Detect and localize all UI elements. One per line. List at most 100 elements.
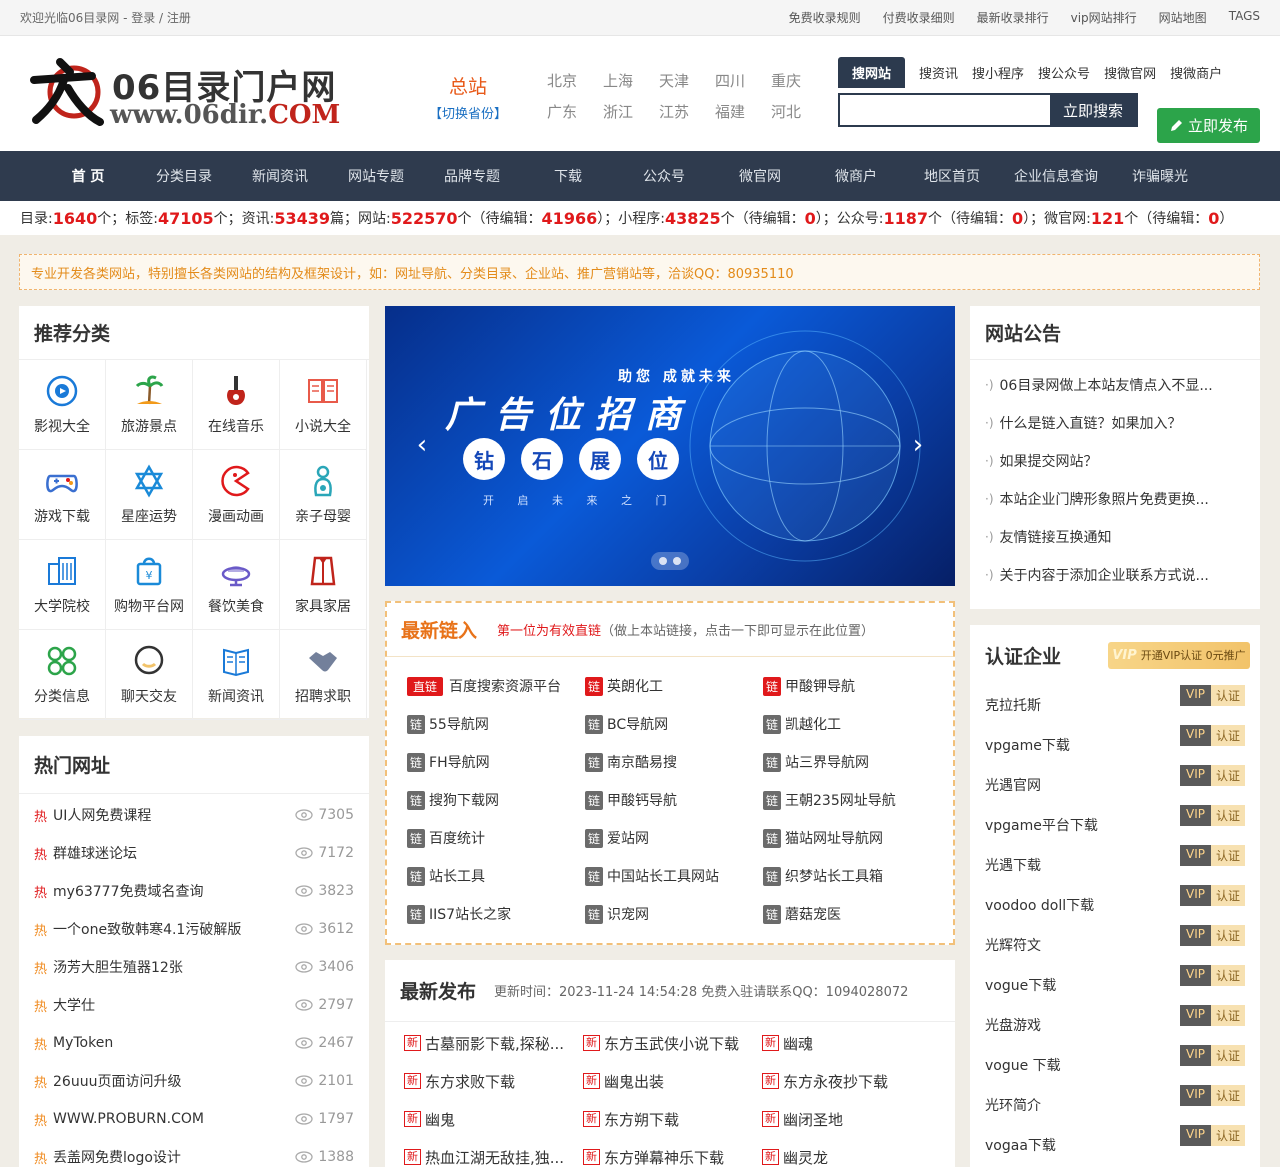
search-tab-shop[interactable]: 搜微商户	[1170, 63, 1222, 82]
nav-company[interactable]: 企业信息查询	[1000, 166, 1112, 186]
nav-shop[interactable]: 微商户	[808, 166, 904, 186]
nav-topics[interactable]: 网站专题	[328, 166, 424, 186]
announce-item[interactable]: ·) 本站企业门牌形象照片免费更换...	[985, 480, 1245, 518]
link-item[interactable]: 链英朗化工	[585, 667, 763, 705]
carousel-dot[interactable]	[673, 557, 681, 565]
nav-wx[interactable]: 微官网	[712, 166, 808, 186]
publish-item[interactable]: 新古墓丽影下载,探秘...	[404, 1024, 583, 1062]
publish-item[interactable]: 新东方弹幕神乐下载	[583, 1138, 762, 1167]
hot-item[interactable]: 热 WWW.PROBURN.COM 1797	[34, 1100, 354, 1138]
city-link[interactable]: 北京	[534, 70, 590, 91]
city-link[interactable]: 天津	[646, 70, 702, 91]
link-item[interactable]: 链搜狗下载网	[407, 781, 585, 819]
publish-item[interactable]: 新幽灵龙	[762, 1138, 941, 1167]
certified-item[interactable]: 克拉托斯 VIP 认证	[985, 684, 1245, 725]
chevron-left-icon[interactable]: ‹	[407, 428, 437, 462]
certified-item[interactable]: vogue下载 VIP 认证	[985, 964, 1245, 1005]
publish-item[interactable]: 新热血江湖无敌挂,独...	[404, 1138, 583, 1167]
link-item[interactable]: 链站三界导航网	[763, 743, 941, 781]
certified-item[interactable]: vogaa下载 VIP 认证	[985, 1124, 1245, 1165]
category-item[interactable]: 招聘求职	[280, 630, 367, 720]
category-item[interactable]: 餐饮美食	[193, 540, 280, 630]
nav-news[interactable]: 新闻资讯	[232, 166, 328, 186]
link-item[interactable]: 直链 百度搜索资源平台	[407, 667, 585, 705]
city-link[interactable]: 广东	[534, 101, 590, 122]
publish-item[interactable]: 新东方求败下载	[404, 1062, 583, 1100]
search-button[interactable]: 立即搜索	[1050, 95, 1136, 125]
certified-item[interactable]: vogue 下载 VIP 认证	[985, 1044, 1245, 1085]
link-item[interactable]: 链织梦站长工具箱	[763, 857, 941, 895]
link-item[interactable]: 链甲酸钙导航	[585, 781, 763, 819]
nav-download[interactable]: 下载	[520, 166, 616, 186]
link-item[interactable]: 链蘑菇宠医	[763, 895, 941, 933]
city-link[interactable]: 重庆	[758, 70, 814, 91]
category-item[interactable]: 漫画动画	[193, 450, 280, 540]
city-link[interactable]: 福建	[702, 101, 758, 122]
carousel-dot[interactable]	[659, 557, 667, 565]
hot-item[interactable]: 热 26uuu页面访问升级 2101	[34, 1062, 354, 1100]
top-link-latest-rank[interactable]: 最新收录排行	[977, 9, 1049, 26]
search-tab-wx[interactable]: 搜微官网	[1104, 63, 1156, 82]
link-item[interactable]: 链站长工具	[407, 857, 585, 895]
link-item[interactable]: 链识宠网	[585, 895, 763, 933]
publish-button[interactable]: 立即发布	[1157, 108, 1260, 143]
publish-item[interactable]: 新幽鬼	[404, 1100, 583, 1138]
category-item[interactable]: 聊天交友	[106, 630, 193, 720]
category-item[interactable]: 新闻资讯	[193, 630, 280, 720]
certified-item[interactable]: 光辉符文 VIP 认证	[985, 924, 1245, 965]
top-link-tags[interactable]: TAGS	[1229, 9, 1260, 26]
nav-home[interactable]: 首 页	[40, 166, 136, 186]
publish-item[interactable]: 新东方朔下载	[583, 1100, 762, 1138]
nav-mp[interactable]: 公众号	[616, 166, 712, 186]
search-tab-mp[interactable]: 搜公众号	[1038, 63, 1090, 82]
top-link-free-rules[interactable]: 免费收录规则	[789, 9, 861, 26]
publish-item[interactable]: 新东方永夜抄下载	[762, 1062, 941, 1100]
city-link[interactable]: 浙江	[590, 101, 646, 122]
top-link-sitemap[interactable]: 网站地图	[1159, 9, 1207, 26]
link-item[interactable]: 链猫站网址导航网	[763, 819, 941, 857]
ad-banner[interactable]: 助您 成就未来 广告位招商 钻 石 展 位 开 启 未 来 之 门 ‹ ›	[385, 306, 955, 586]
top-link-paid-rules[interactable]: 付费收录细则	[883, 9, 955, 26]
city-switch-link[interactable]: 【切换省份】	[428, 103, 508, 122]
nav-fraud[interactable]: 诈骗曝光	[1112, 166, 1208, 186]
link-item[interactable]: 链百度统计	[407, 819, 585, 857]
category-item[interactable]: 大学院校	[19, 540, 106, 630]
category-item[interactable]: 星座运势	[106, 450, 193, 540]
category-item[interactable]: ¥ 购物平台网	[106, 540, 193, 630]
search-tab-sites[interactable]: 搜网站	[838, 56, 906, 88]
category-item[interactable]: 家具家居	[280, 540, 367, 630]
city-link[interactable]: 四川	[702, 70, 758, 91]
announce-item[interactable]: ·) 06目录网做上本站友情点入不显...	[985, 366, 1245, 404]
open-vip-button[interactable]: VIP 开通VIP认证 0元推广	[1108, 641, 1250, 669]
link-item[interactable]: 链爱站网	[585, 819, 763, 857]
announce-item[interactable]: ·) 友情链接互换通知	[985, 518, 1245, 556]
hot-item[interactable]: 热大学仕 2797	[34, 986, 354, 1024]
top-link-vip-rank[interactable]: vip网站排行	[1071, 9, 1137, 26]
link-item[interactable]: 链 55导航网	[407, 705, 585, 743]
link-item[interactable]: 链 FH导航网	[407, 743, 585, 781]
publish-item[interactable]: 新幽魂	[762, 1024, 941, 1062]
category-item[interactable]: 影视大全	[19, 360, 106, 450]
city-main[interactable]: 总站	[428, 72, 508, 99]
certified-item[interactable]: 光环简介 VIP 认证	[985, 1084, 1245, 1125]
category-item[interactable]: 在线音乐	[193, 360, 280, 450]
announce-item[interactable]: ·) 如果提交网站？	[985, 442, 1245, 480]
search-tab-news[interactable]: 搜资讯	[919, 63, 958, 82]
hot-item[interactable]: 热群雄球迷论坛 7172	[34, 834, 354, 872]
link-item[interactable]: 链王朝235网址导航	[763, 781, 941, 819]
hot-item[interactable]: 热汤芳大胆生殖器12张 3406	[34, 948, 354, 986]
announce-item[interactable]: ·) 关于内容于添加企业联系方式说...	[985, 556, 1245, 594]
hot-item[interactable]: 热一个one致敬韩寒4.1污破解版 3612	[34, 910, 354, 948]
link-item[interactable]: 链南京酷易搜	[585, 743, 763, 781]
category-item[interactable]: 分类信息	[19, 630, 106, 720]
chevron-right-icon[interactable]: ›	[903, 428, 933, 462]
link-item[interactable]: 链 IIS7站长之家	[407, 895, 585, 933]
announce-item[interactable]: ·) 什么是链入直链？如果加入？	[985, 404, 1245, 442]
city-link[interactable]: 河北	[758, 101, 814, 122]
link-item[interactable]: 链 BC导航网	[585, 705, 763, 743]
hot-item[interactable]: 热丢盖网免费logo设计 1388	[34, 1138, 354, 1167]
certified-item[interactable]: 光盘游戏 VIP 认证	[985, 1004, 1245, 1045]
certified-item[interactable]: vpgame下载 VIP 认证	[985, 724, 1245, 765]
category-item[interactable]: 亲子母婴	[280, 450, 367, 540]
nav-categories[interactable]: 分类目录	[136, 166, 232, 186]
